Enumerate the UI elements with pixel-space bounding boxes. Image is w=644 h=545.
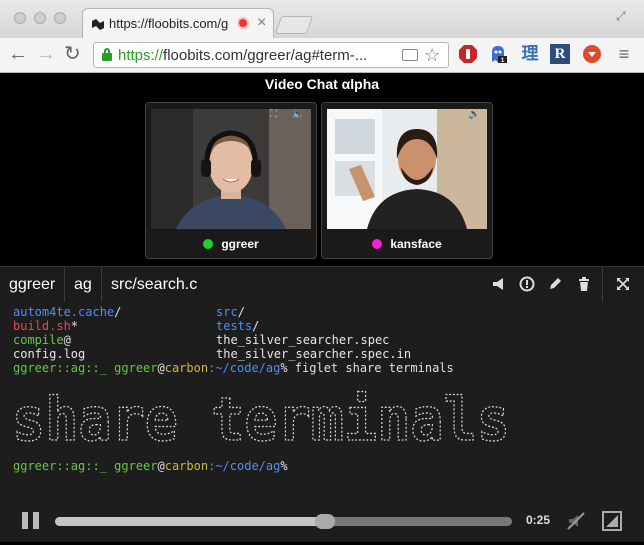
pencil-icon[interactable] <box>547 276 563 292</box>
tab-title: https://floobits.com/gg <box>109 16 229 31</box>
terminal-header: ggreer ag src/search.c <box>0 266 644 304</box>
seek-progress <box>55 517 325 526</box>
playback-bar: 0:25 <box>0 502 644 542</box>
command-line: ggreer::ag::_ ggreer@carbon:~/code/ag% f… <box>13 361 454 375</box>
video-feed-ggreer <box>151 109 311 229</box>
listing-row: build.sh* <box>13 319 79 333</box>
url-text: https://floobits.com/ggreer/ag#term-... <box>118 47 368 64</box>
online-status-dot <box>203 239 214 249</box>
browser-tab-bar: https://floobits.com/gg × ⤢ <box>0 0 644 38</box>
download-icon[interactable] <box>582 44 602 64</box>
fullscreen-terminal-button[interactable] <box>602 267 644 303</box>
r-icon[interactable]: R <box>550 44 570 64</box>
participant-name: kansface <box>390 237 442 251</box>
zoom-window-button[interactable] <box>54 12 66 24</box>
figlet-banner: share terminals <box>12 388 511 450</box>
prompt-line: ggreer::ag::_ ggreer@carbon:~/code/ag% <box>13 459 288 473</box>
listing-row: src/ <box>216 305 245 319</box>
bookmark-star-icon[interactable]: ☆ <box>424 45 440 66</box>
video-card-kansface: ⛶ 🔈 kansface <box>321 102 493 259</box>
fullscreen-player-icon[interactable] <box>602 511 622 536</box>
menu-icon[interactable]: ≡ <box>614 44 634 64</box>
participant-name-row: ggreer <box>146 237 316 251</box>
back-arrow-icon[interactable]: ← <box>8 43 28 65</box>
listing-row: autom4te.cache/ <box>13 305 122 319</box>
breadcrumb-workspace[interactable]: ag <box>65 267 102 303</box>
breadcrumb-file[interactable]: src/search.c <box>102 267 212 303</box>
seek-handle[interactable] <box>315 514 335 529</box>
listing-row: the_silver_searcher.spec.in <box>216 347 412 361</box>
adblock-icon[interactable] <box>458 44 478 64</box>
ghostery-icon[interactable]: 1 <box>488 44 508 64</box>
volume-icon[interactable]: 🔈 <box>468 109 480 120</box>
video-feed-kansface <box>327 109 487 229</box>
browser-tab[interactable]: https://floobits.com/gg × <box>82 8 274 38</box>
video-chat-title: Video Chat αlpha <box>264 76 380 92</box>
megaphone-icon[interactable] <box>491 276 507 292</box>
browser-toolbar: ← → ↻ https://floobits.com/ggreer/ag#ter… <box>0 38 644 73</box>
recording-indicator-icon <box>237 17 249 29</box>
dictionary-icon[interactable]: 理 <box>520 44 540 64</box>
video-card-ggreer: ⛶ 🔈 ggreer <box>145 102 317 259</box>
trash-icon[interactable] <box>576 276 592 292</box>
forward-arrow-icon[interactable]: → <box>36 43 56 65</box>
listing-row: the_silver_searcher.spec <box>216 333 390 347</box>
mute-icon[interactable] <box>566 511 586 536</box>
close-window-button[interactable] <box>14 12 26 24</box>
pause-button[interactable] <box>22 512 40 529</box>
fullscreen-icon[interactable]: ⤢ <box>616 9 630 23</box>
expand-video-icon[interactable]: ⛶ <box>446 109 453 120</box>
seek-slider[interactable] <box>55 514 512 529</box>
online-status-dot <box>372 239 383 249</box>
listing-row: compile@ <box>13 333 71 347</box>
reload-icon[interactable]: ↻ <box>64 43 81 65</box>
info-icon[interactable] <box>519 276 535 292</box>
expand-icon <box>615 276 631 292</box>
new-tab-button[interactable] <box>274 16 314 34</box>
participant-name: ggreer <box>221 237 259 251</box>
listing-row: tests/ <box>216 319 260 333</box>
banner-text: share terminals <box>12 388 510 450</box>
playback-time: 0:25 <box>526 513 551 527</box>
camera-icon[interactable] <box>402 49 418 61</box>
minimize-window-button[interactable] <box>34 12 46 24</box>
lock-icon <box>102 48 112 61</box>
listing-row: config.log <box>13 347 86 361</box>
breadcrumb-user[interactable]: ggreer <box>0 267 65 303</box>
address-bar[interactable]: https://floobits.com/ggreer/ag#term-... … <box>93 42 449 68</box>
terminal-output[interactable]: autom4te.cache/ src/ build.sh* tests/ co… <box>0 302 644 502</box>
tab-close-icon[interactable]: × <box>257 14 266 32</box>
expand-video-icon[interactable]: ⛶ <box>270 109 277 120</box>
floobits-favicon-icon <box>91 17 105 31</box>
participant-name-row: kansface <box>322 237 492 251</box>
volume-icon[interactable]: 🔈 <box>292 109 304 120</box>
